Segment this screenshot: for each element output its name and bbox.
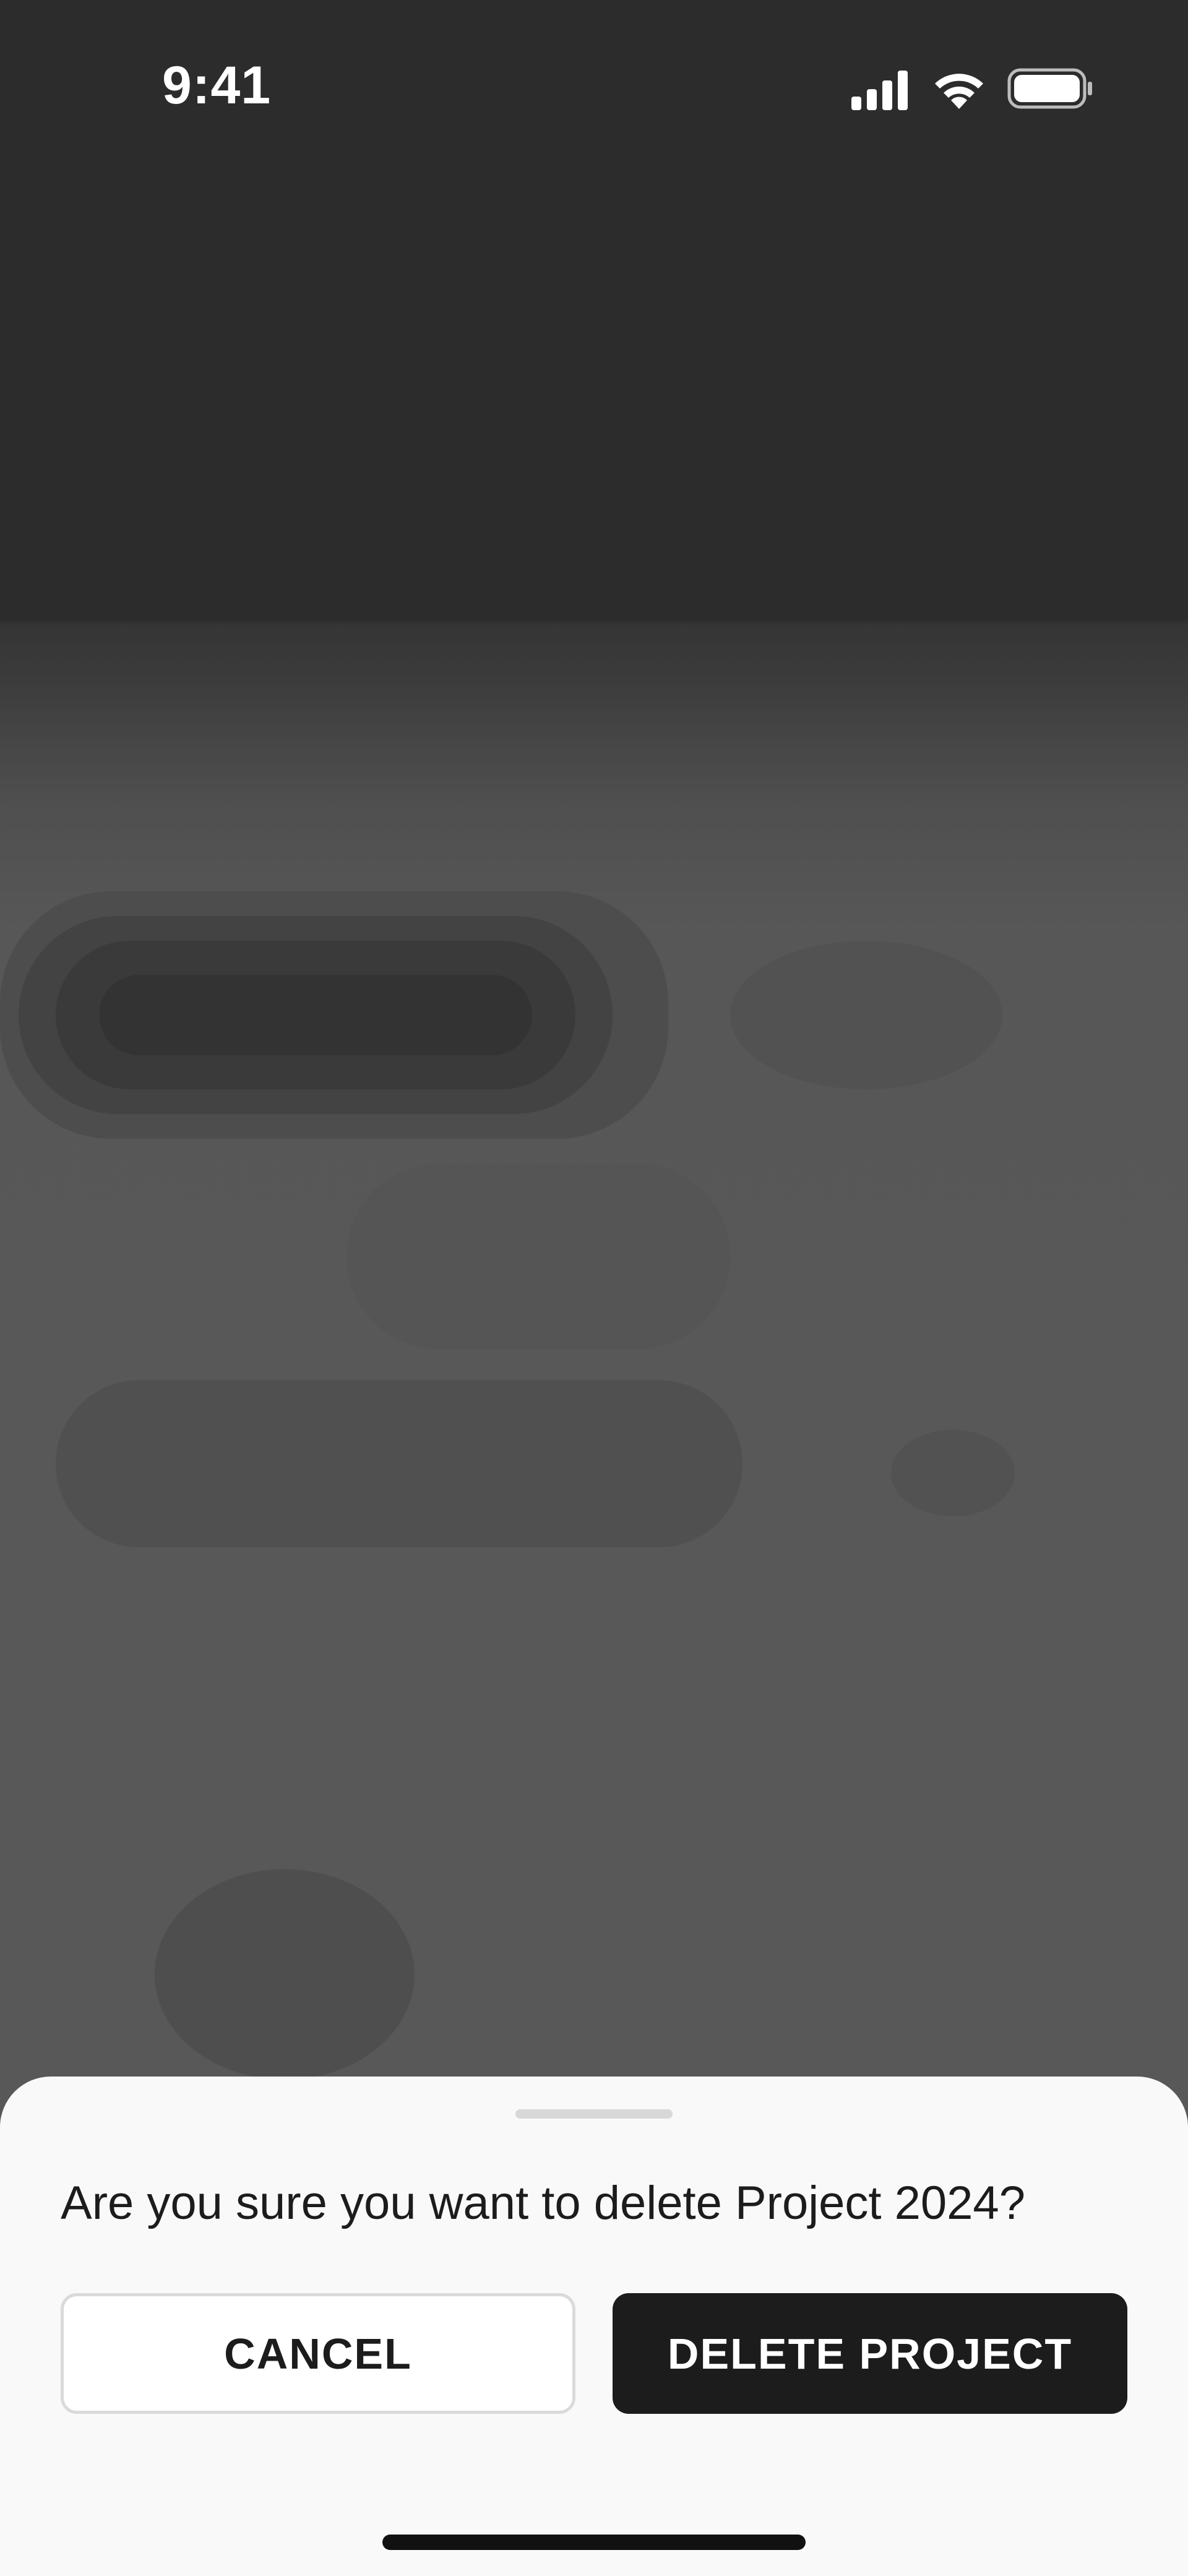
home-indicator[interactable] — [382, 2535, 806, 2550]
cancel-button[interactable]: CANCEL — [61, 2293, 575, 2414]
blurred-shape — [346, 1164, 730, 1349]
cellular-signal-icon — [851, 71, 908, 110]
status-icons — [849, 64, 1096, 114]
blurred-shape — [155, 1869, 415, 2080]
confirmation-message: Are you sure you want to delete Project … — [61, 2177, 1025, 2229]
delete-confirmation-sheet: Are you sure you want to delete Project … — [0, 2077, 1188, 2576]
blurred-shape — [99, 975, 532, 1055]
status-time: 9:41 — [162, 56, 272, 115]
sheet-grabber-handle[interactable] — [515, 2109, 673, 2119]
status-bar: 9:41 — [0, 0, 1188, 173]
blurred-shape — [56, 1380, 742, 1547]
wifi-icon — [935, 74, 983, 109]
delete-project-button[interactable]: DELETE PROJECT — [613, 2293, 1127, 2414]
battery-icon — [1007, 68, 1092, 109]
blurred-shape — [730, 941, 1002, 1089]
blurred-shape — [891, 1430, 1015, 1516]
